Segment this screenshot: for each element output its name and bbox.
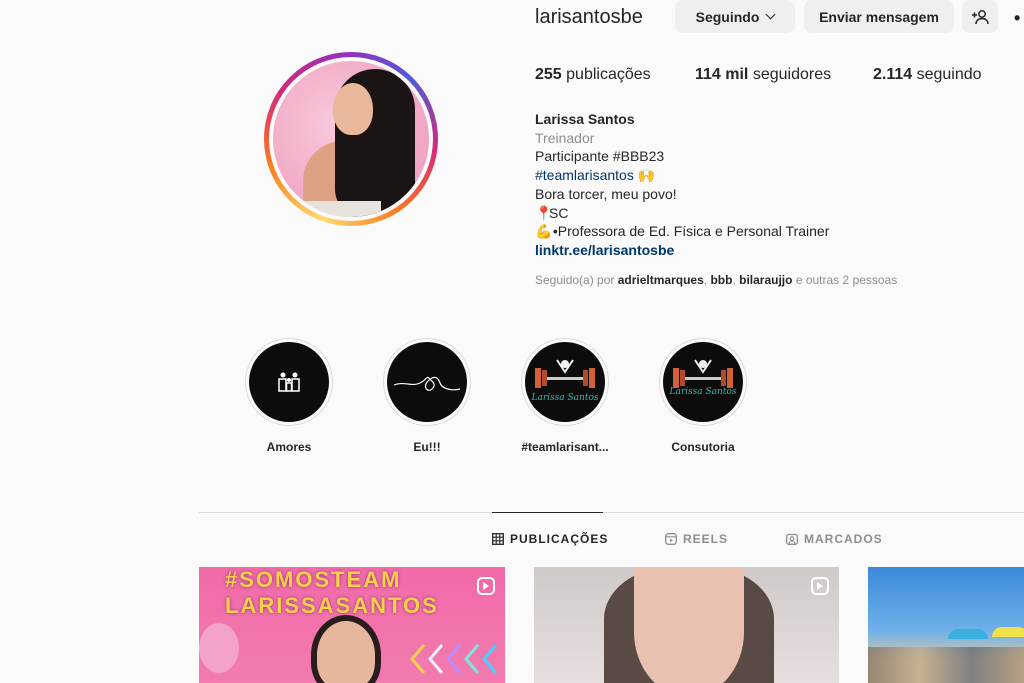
send-message-label: Enviar mensagem <box>819 8 939 25</box>
tab-reels-label: REELS <box>683 532 729 546</box>
reel-indicator-icon <box>477 577 495 595</box>
posts-count: 255 publicações <box>535 66 651 84</box>
bio-line: Bora torcer, meu povo! <box>535 185 677 202</box>
bio-profession-line: 💪 •Professora de Ed. Física e Personal T… <box>535 222 829 241</box>
profile-bio: Larissa Santos Treinador Participante #B… <box>535 110 829 260</box>
profile-category: Treinador <box>535 129 595 146</box>
bio-hashtag-line: #teamlarisantos 🙌 <box>535 166 829 185</box>
avatar-border <box>269 57 433 221</box>
highlight-label: Eu!!! <box>413 440 441 454</box>
following-button[interactable]: Seguindo <box>675 0 795 33</box>
highlight-cover <box>249 342 329 422</box>
profile-full-name: Larissa Santos <box>535 111 635 127</box>
bio-line: Participante #BBB23 <box>535 148 665 165</box>
posts-count-value: 255 <box>535 66 562 83</box>
family-icon <box>278 372 300 392</box>
highlight-ring: Larissa Santos <box>521 338 609 426</box>
avatar-face-shape <box>333 83 373 135</box>
followers-link[interactable]: 114 mil seguidores <box>695 66 831 84</box>
post-thumbnail[interactable]: #SOMOSTEAM LARISSASANTOS <box>199 567 505 683</box>
following-button-label: Seguindo <box>695 8 760 25</box>
active-tab-indicator <box>492 512 603 513</box>
arm-icon: 💪 <box>535 223 553 240</box>
neon-arrows-decoration <box>410 644 498 674</box>
highlight-label: Amores <box>266 440 312 454</box>
svg-text:Larissa Santos: Larissa Santos <box>669 387 737 397</box>
tab-posts[interactable]: PUBLICAÇÕES <box>492 532 608 546</box>
followed-by-user[interactable]: adrieltmarques <box>618 273 704 287</box>
bio-hashtag-link[interactable]: #teamlarisantos <box>535 167 634 183</box>
pin-icon: 📍 <box>535 204 553 221</box>
tab-posts-label: PUBLICAÇÕES <box>510 532 609 546</box>
profile-avatar[interactable] <box>264 52 438 226</box>
grid-icon <box>492 533 504 545</box>
post-face-shape <box>634 567 744 683</box>
chevron-down-icon <box>765 9 776 20</box>
tagged-icon <box>786 533 798 545</box>
bio-location-line: 📍SC <box>535 204 829 223</box>
followed-by-user[interactable]: bilaraujjo <box>739 273 792 287</box>
bio-profession: •Professora de Ed. Física e Personal Tra… <box>552 223 830 240</box>
post-thumbnail[interactable] <box>868 567 1024 683</box>
following-count-value: 2.114 <box>873 66 913 83</box>
highlight-ring <box>245 338 333 426</box>
post-umbrella-shape <box>992 627 1024 637</box>
dumbbell-logo-icon: Larissa Santos <box>531 359 599 403</box>
add-user-icon <box>972 9 989 24</box>
highlight-item[interactable]: Larissa Santos Consutoria <box>658 338 748 454</box>
avatar-photo <box>273 61 429 217</box>
post-balloon-shape <box>199 623 239 673</box>
tab-tagged-label: MARCADOS <box>804 532 883 546</box>
followed-by[interactable]: Seguido(a) por adrieltmarques, bbb, bila… <box>535 273 897 287</box>
send-message-button[interactable]: Enviar mensagem <box>804 0 954 33</box>
following-count-label: seguindo <box>916 66 982 83</box>
post-face-shape <box>311 615 381 683</box>
heart-line-art-icon <box>393 376 461 391</box>
followed-by-suffix: e outras 2 pessoas <box>795 273 898 287</box>
raised-hands-icon: 🙌 <box>637 167 656 184</box>
highlight-label: Consutoria <box>671 440 735 454</box>
reel-indicator-icon <box>811 577 829 595</box>
following-link[interactable]: 2.114 seguindo <box>873 66 982 84</box>
highlight-ring <box>383 338 471 426</box>
tabs-divider <box>199 512 1024 513</box>
followers-count-value: 114 mil <box>695 66 749 83</box>
highlight-label: #teamlarisant... <box>521 440 609 454</box>
post-overlay-text: #SOMOSTEAM LARISSASANTOS <box>225 567 439 618</box>
followed-by-prefix: Seguido(a) por <box>535 273 615 287</box>
post-umbrella-shape <box>948 629 988 639</box>
followers-count-label: seguidores <box>752 66 832 83</box>
followed-by-user[interactable]: bbb <box>710 273 732 287</box>
post-people-shape <box>868 647 1024 683</box>
highlight-item[interactable]: Eu!!! <box>382 338 472 454</box>
svg-text:Larissa Santos: Larissa Santos <box>531 393 599 403</box>
posts-count-label: publicações <box>566 66 651 83</box>
bio-external-link[interactable]: linktr.ee/larisantosbe <box>535 241 829 260</box>
bio-location: SC <box>549 204 569 221</box>
suggested-users-button[interactable] <box>962 0 998 33</box>
more-options-icon[interactable]: • <box>1014 8 1020 29</box>
highlight-item[interactable]: Larissa Santos #teamlarisant... <box>520 338 610 454</box>
tab-reels[interactable]: REELS <box>665 532 728 546</box>
highlight-item[interactable]: Amores <box>244 338 334 454</box>
highlight-cover <box>387 342 467 422</box>
highlight-cover: Larissa Santos <box>663 342 743 422</box>
reels-icon <box>665 533 677 545</box>
highlight-ring: Larissa Santos <box>659 338 747 426</box>
profile-username: larisantosbe <box>535 6 643 28</box>
tab-tagged[interactable]: MARCADOS <box>786 532 883 546</box>
dumbbell-logo-icon: Larissa Santos <box>669 359 737 397</box>
highlight-cover: Larissa Santos <box>525 342 605 422</box>
post-thumbnail[interactable] <box>534 567 839 683</box>
avatar-top-shape <box>301 201 381 217</box>
